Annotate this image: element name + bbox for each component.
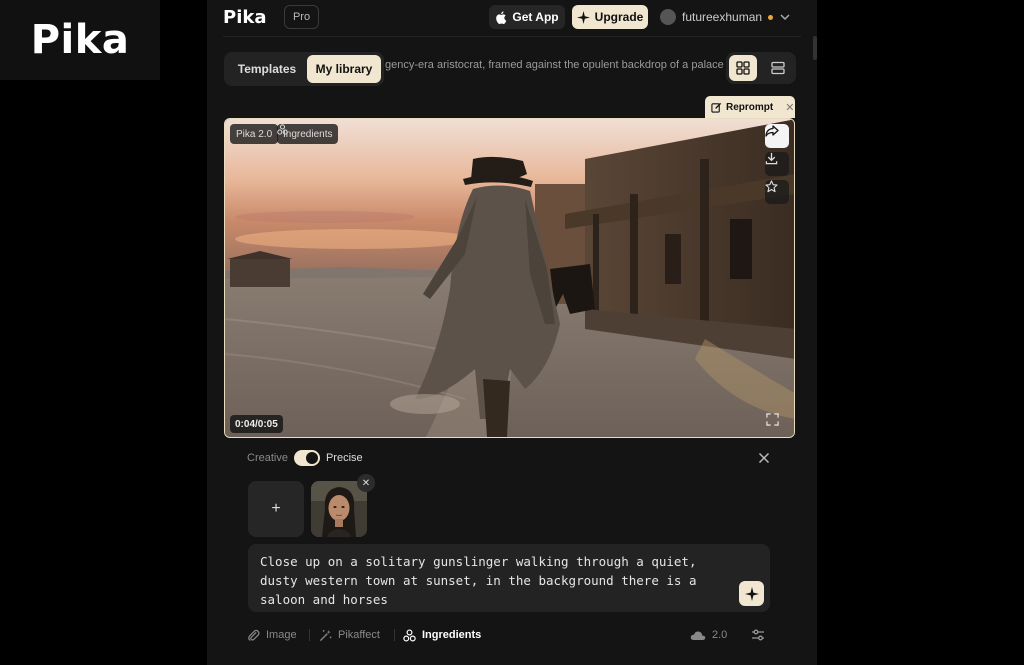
download-button[interactable] <box>765 152 789 176</box>
share-button[interactable] <box>765 124 789 148</box>
sparkle-icon <box>576 10 590 24</box>
view-toggle <box>726 52 796 84</box>
previous-prompt-preview[interactable]: gency-era aristocrat, framed against the… <box>385 59 725 77</box>
mode-creative-label: Creative <box>247 452 288 464</box>
logo[interactable]: Pika <box>223 7 266 28</box>
video-timecode: 0:04/0:05 <box>230 415 283 433</box>
magic-wand-icon <box>319 629 332 641</box>
username: futureexhuman <box>682 10 763 24</box>
ingredients-icon <box>277 124 288 135</box>
model-version-label: 2.0 <box>712 629 728 641</box>
scrollbar-thumb[interactable] <box>813 36 817 60</box>
settings-button[interactable] <box>749 626 767 644</box>
user-menu[interactable]: futureexhuman <box>660 5 791 29</box>
cloud-icon <box>690 631 706 640</box>
mode-precise-label: Precise <box>325 452 363 464</box>
fullscreen-button[interactable] <box>766 413 788 435</box>
edit-icon <box>711 102 722 113</box>
image-tool-button[interactable]: Image <box>247 626 297 644</box>
header-divider <box>223 36 801 37</box>
favorite-button[interactable] <box>765 180 789 204</box>
portrait-thumbnail <box>311 481 367 537</box>
model-version-selector[interactable]: 2.0 <box>690 626 727 644</box>
bottom-toolbar: Image Pikaffect Ingredients 2.0 <box>247 626 772 644</box>
sliders-icon <box>752 629 764 641</box>
model-badge: Pika 2.0 <box>230 124 279 144</box>
top-bar: Pika Pro Get App Upgrade futureexhuman <box>207 0 817 37</box>
list-icon <box>771 61 785 75</box>
download-icon <box>765 152 778 165</box>
sparkle-icon <box>744 586 759 601</box>
fullscreen-icon <box>766 413 779 426</box>
get-app-label: Get App <box>512 10 559 24</box>
paperclip-icon <box>248 629 260 641</box>
ingredients-tool-label: Ingredients <box>422 629 482 641</box>
upgrade-button[interactable]: Upgrade <box>572 5 648 29</box>
watermark-text: Pika <box>30 17 130 63</box>
toggle-knob <box>305 452 318 464</box>
toolbar-divider <box>309 629 310 641</box>
tab-templates[interactable]: Templates <box>228 55 306 83</box>
toolbar-divider <box>394 629 395 641</box>
ingredients-badge: Ingredients <box>277 124 339 144</box>
ingredients-tool-button[interactable]: Ingredients <box>403 626 481 644</box>
video-player[interactable]: Pika 2.0 Ingredients 0:04/0:05 <box>224 118 795 438</box>
prompt-input[interactable]: Close up on a solitary gunslinger walkin… <box>248 544 770 612</box>
creative-precise-toggle[interactable] <box>293 450 320 466</box>
pika-watermark: Pika <box>0 0 160 80</box>
generate-button[interactable] <box>739 581 764 606</box>
get-app-button[interactable]: Get App <box>489 5 565 29</box>
share-icon <box>765 125 779 137</box>
video-frame <box>225 119 794 437</box>
prompt-text[interactable]: Close up on a solitary gunslinger walkin… <box>260 552 730 609</box>
library-tabs: Templates My library <box>224 52 384 86</box>
star-icon <box>765 180 778 193</box>
avatar <box>660 9 676 25</box>
grid-icon <box>736 61 750 75</box>
add-ingredient-button[interactable]: + <box>248 481 304 537</box>
reprompt-label: Reprompt <box>726 101 774 113</box>
upgrade-label: Upgrade <box>594 10 644 24</box>
app-panel: Pika Pro Get App Upgrade futureexhuman T… <box>207 0 817 665</box>
apple-icon <box>496 10 507 24</box>
ingredient-image[interactable] <box>311 481 367 537</box>
reprompt-button[interactable]: Reprompt ✕ <box>705 96 795 118</box>
close-reprompt-icon[interactable]: ✕ <box>785 101 794 114</box>
tab-my-library[interactable]: My library <box>307 55 381 83</box>
ingredients-badge-label: Ingredients <box>283 128 333 140</box>
image-tool-label: Image <box>266 629 297 641</box>
grid-view-button[interactable] <box>729 55 757 81</box>
remove-ingredient-button[interactable]: ✕ <box>357 474 375 492</box>
list-view-button[interactable] <box>764 55 792 81</box>
pikaffect-tool-label: Pikaffect <box>338 629 380 641</box>
close-icon <box>758 452 770 464</box>
plan-badge: Pro <box>284 5 319 29</box>
mode-selector: Creative Precise <box>247 449 363 467</box>
notification-dot <box>768 14 774 20</box>
chevron-down-icon <box>780 14 790 21</box>
ingredients-icon <box>403 628 416 642</box>
close-panel-button[interactable] <box>755 449 773 467</box>
pikaffect-tool-button[interactable]: Pikaffect <box>319 626 380 644</box>
